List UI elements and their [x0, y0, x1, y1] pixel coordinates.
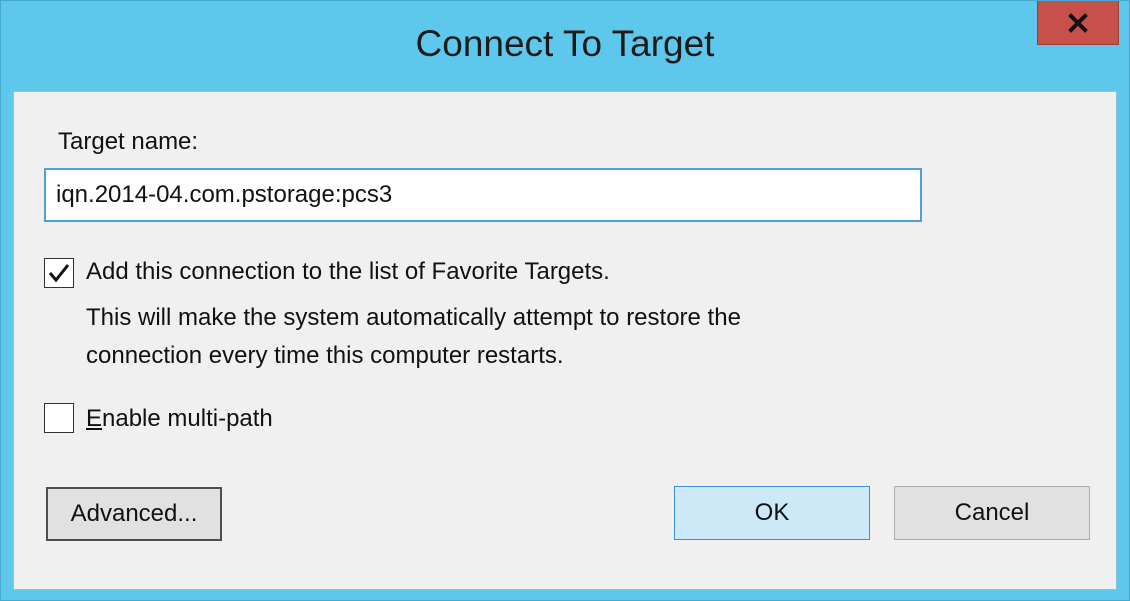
target-name-label: Target name:	[58, 128, 199, 155]
close-icon	[1068, 12, 1088, 33]
dialog-body: Target name: Add this connection to the …	[13, 91, 1117, 590]
cancel-button[interactable]: Cancel	[894, 486, 1090, 540]
advanced-button[interactable]: Advanced...	[46, 487, 222, 541]
favorite-targets-checkbox[interactable]	[44, 258, 74, 288]
target-name-input[interactable]	[44, 168, 922, 222]
favorite-description-line-1: This will make the system automatically …	[86, 304, 741, 331]
close-button[interactable]	[1037, 1, 1119, 45]
enable-multipath-label[interactable]: Enable multi-path	[86, 405, 273, 433]
favorite-targets-label[interactable]: Add this connection to the list of Favor…	[86, 258, 610, 286]
title-bar[interactable]: Connect To Target	[1, 1, 1129, 91]
favorite-targets-description: This will make the system automatically …	[86, 299, 906, 375]
checkmark-icon	[48, 264, 70, 283]
favorite-description-line-2: connection every time this computer rest…	[86, 342, 564, 369]
dialog-title: Connect To Target	[415, 23, 715, 64]
connect-to-target-dialog: Connect To Target Target name: Add this …	[0, 0, 1130, 601]
enable-multipath-checkbox[interactable]	[44, 403, 74, 433]
ok-button[interactable]: OK	[674, 486, 870, 540]
